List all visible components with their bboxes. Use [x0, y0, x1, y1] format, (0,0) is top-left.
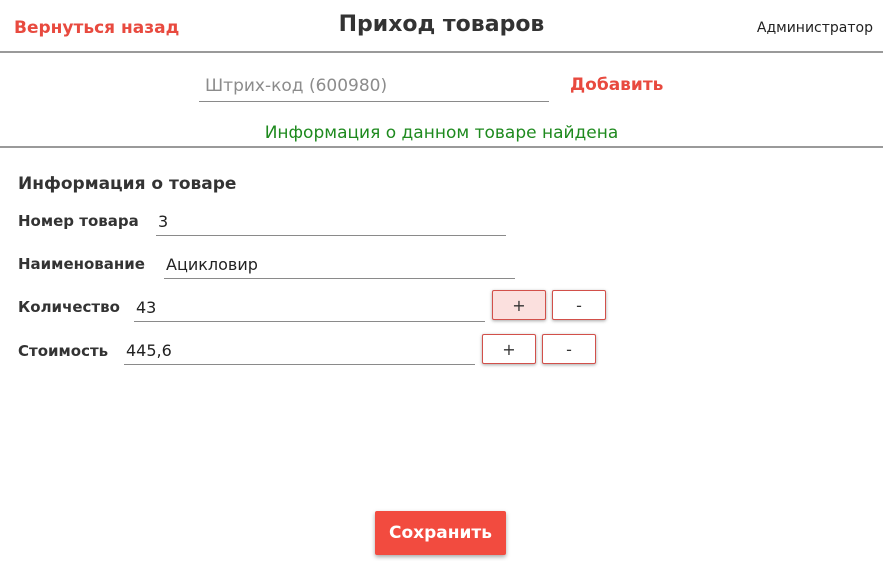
product-number-label: Номер товара	[18, 212, 139, 230]
quantity-field[interactable]	[134, 294, 485, 322]
product-name-field[interactable]	[164, 251, 515, 279]
user-name: Администратор	[756, 20, 873, 36]
quantity-increment-button[interactable]: +	[492, 290, 546, 320]
goods-receipt-page: Вернуться назад Приход товаров Администр…	[0, 0, 883, 561]
page-title: Приход товаров	[338, 12, 545, 37]
price-field[interactable]	[124, 337, 475, 365]
product-name-label: Наименование	[18, 255, 145, 273]
save-button[interactable]: Сохранить	[375, 511, 506, 555]
section-title: Информация о товаре	[18, 174, 237, 194]
quantity-label: Количество	[18, 298, 120, 316]
price-increment-button[interactable]: +	[482, 334, 536, 364]
price-decrement-button[interactable]: -	[542, 334, 596, 364]
add-button[interactable]: Добавить	[570, 75, 663, 95]
search-divider	[0, 146, 883, 148]
product-number-field[interactable]	[156, 208, 506, 236]
barcode-input[interactable]	[199, 70, 549, 102]
quantity-decrement-button[interactable]: -	[552, 290, 606, 320]
header-divider	[0, 51, 883, 53]
price-label: Стоимость	[18, 342, 109, 360]
status-message: Информация о данном товаре найдена	[264, 123, 619, 143]
